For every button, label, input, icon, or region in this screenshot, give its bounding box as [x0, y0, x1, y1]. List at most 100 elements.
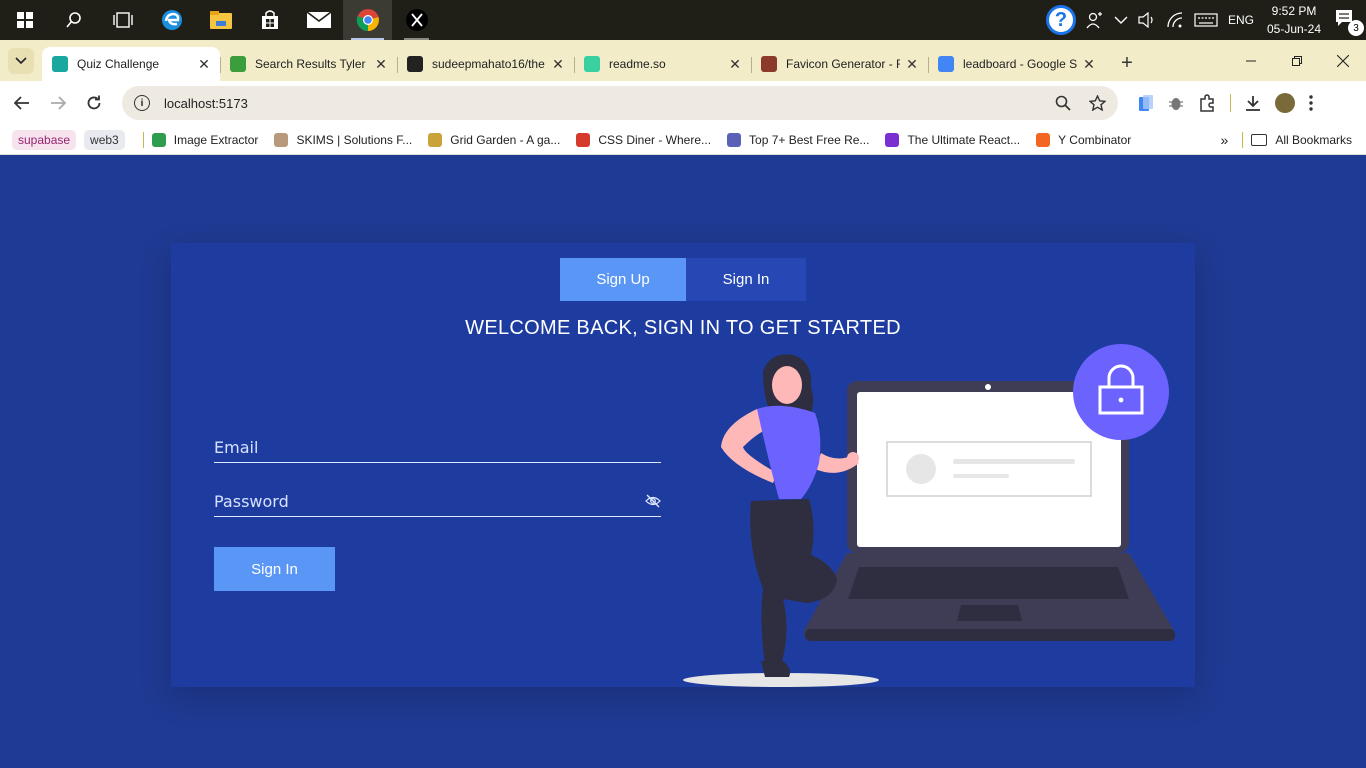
forward-button[interactable] [44, 89, 72, 117]
clock-time: 9:52 PM [1271, 4, 1317, 18]
notification-center-icon[interactable]: 3 [1334, 8, 1364, 36]
minimize-button[interactable] [1228, 40, 1274, 81]
back-button[interactable] [8, 89, 36, 117]
more-bookmarks-button[interactable]: » [1221, 132, 1229, 148]
bookmark-label: The Ultimate React... [907, 132, 1021, 147]
folder-icon [1251, 133, 1268, 146]
bookmark-item[interactable]: Image Extractor [151, 132, 258, 147]
edge-icon[interactable] [147, 0, 196, 40]
browser-tab[interactable]: leadboard - Google S ✕ [928, 47, 1105, 81]
tab-title: Quiz Challenge [77, 57, 160, 71]
bookmark-label: Y Combinator [1058, 132, 1132, 147]
x-icon[interactable] [392, 0, 441, 40]
task-view-icon[interactable] [98, 0, 147, 40]
tab-favicon-icon [938, 56, 954, 72]
reload-button[interactable] [80, 89, 108, 117]
download-icon[interactable] [1245, 95, 1261, 111]
welcome-heading: WELCOME BACK, SIGN IN TO GET STARTED [465, 317, 901, 339]
bookmark-item[interactable]: Y Combinator [1036, 132, 1132, 147]
browser-tab[interactable]: sudeepmahato16/the ✕ [397, 47, 574, 81]
menu-dots-icon[interactable] [1309, 95, 1313, 111]
tab-search-icon[interactable] [8, 48, 34, 74]
bookmark-label: Grid Garden - A ga... [450, 132, 561, 147]
bookmark-star-icon[interactable] [1089, 95, 1106, 111]
language-indicator[interactable]: ENG [1228, 13, 1254, 27]
bookmark-item[interactable]: Grid Garden - A ga... [428, 132, 561, 147]
bookmarks-separator [142, 131, 144, 148]
bookmark-favicon-icon [885, 132, 900, 147]
password-input[interactable] [214, 487, 661, 515]
email-field [214, 433, 661, 463]
bookmark-item[interactable]: The Ultimate React... [885, 132, 1021, 147]
zoom-icon[interactable] [1055, 95, 1071, 111]
bookmark-folder-web3[interactable]: web3 [84, 129, 125, 150]
tab-favicon-icon [761, 56, 777, 72]
clock[interactable]: 9:52 PM 05-Jun-24 [1264, 2, 1324, 38]
help-icon[interactable]: ? [1045, 5, 1076, 35]
search-icon[interactable] [49, 0, 98, 40]
tab-favicon-icon [584, 56, 600, 72]
all-bookmarks-button[interactable]: All Bookmarks [1251, 133, 1352, 147]
tab-close-icon[interactable]: ✕ [196, 56, 212, 73]
tab-favicon-icon [52, 56, 68, 72]
bookmark-label: CSS Diner - Where... [598, 132, 712, 147]
laptop-base-edge [805, 629, 1175, 641]
profile-avatar[interactable] [1275, 93, 1295, 113]
tab-close-icon[interactable]: ✕ [1081, 56, 1097, 73]
mail-icon[interactable] [294, 0, 343, 40]
tab-favicon-icon [230, 56, 246, 72]
tab-close-icon[interactable]: ✕ [727, 56, 743, 73]
tab-favicon-icon [407, 56, 423, 72]
file-explorer-icon[interactable] [196, 0, 245, 40]
extension-bug-icon[interactable] [1168, 95, 1184, 111]
close-window-button[interactable] [1320, 40, 1366, 81]
lock-keyhole [1118, 397, 1124, 403]
bookmark-favicon-icon [1036, 132, 1051, 147]
speaker-icon[interactable] [1138, 12, 1156, 28]
sign-up-tab[interactable]: Sign Up [560, 258, 686, 301]
restore-button[interactable] [1274, 40, 1320, 81]
keyboard-icon[interactable] [1194, 13, 1218, 27]
sign-in-tab[interactable]: Sign In [686, 258, 806, 301]
tab-close-icon[interactable]: ✕ [373, 56, 389, 73]
people-icon[interactable] [1086, 11, 1104, 29]
person-face [772, 366, 802, 404]
person-shirt [757, 405, 821, 499]
new-tab-button[interactable]: + [1113, 49, 1141, 77]
bookmark-item[interactable]: CSS Diner - Where... [576, 132, 712, 147]
site-info-icon[interactable]: i [134, 95, 150, 111]
toggle-password-visibility-icon[interactable] [645, 493, 661, 509]
browser-tab[interactable]: Favicon Generator - F ✕ [751, 47, 928, 81]
auth-tab-switch: Sign Up Sign In [560, 258, 806, 301]
bookmark-favicon-icon [151, 132, 166, 147]
bookmark-item[interactable]: SKIMS | Solutions F... [274, 132, 412, 147]
email-input[interactable] [214, 433, 661, 461]
bookmark-item[interactable]: Top 7+ Best Free Re... [727, 132, 869, 147]
chrome-icon[interactable] [343, 0, 392, 40]
sign-in-button[interactable]: Sign In [214, 547, 335, 591]
bookmark-folder-supabase[interactable]: supabase [12, 129, 77, 150]
security-illustration [683, 344, 1175, 687]
windows-start-icon[interactable] [0, 0, 49, 40]
url-text[interactable]: localhost:5173 [164, 96, 248, 111]
windows-taskbar: ? ENG 9:52 PM 05-Jun-24 3 [0, 0, 1366, 40]
notification-count-badge: 3 [1348, 20, 1364, 36]
wifi-icon[interactable] [1166, 12, 1184, 28]
chevron-up-icon[interactable] [1114, 15, 1128, 25]
tab-close-icon[interactable]: ✕ [904, 56, 920, 73]
toolbar-separator [1230, 94, 1231, 112]
store-icon[interactable] [245, 0, 294, 40]
browser-tab[interactable]: Search Results Tyler P ✕ [220, 47, 397, 81]
tab-title: sudeepmahato16/the [432, 57, 545, 71]
bookmark-favicon-icon [274, 132, 289, 147]
browser-tab[interactable]: Quiz Challenge ✕ [42, 47, 220, 81]
bookmark-favicon-icon [576, 132, 591, 147]
tab-title: Search Results Tyler P [255, 57, 369, 71]
address-bar[interactable]: i localhost:5173 [122, 86, 1118, 120]
extensions-puzzle-icon[interactable] [1198, 94, 1216, 112]
extension-docs-icon[interactable] [1138, 94, 1154, 112]
tab-close-icon[interactable]: ✕ [550, 56, 566, 73]
text-line-graphic [953, 459, 1075, 464]
laptop-keyboard [848, 567, 1129, 599]
browser-tab[interactable]: readme.so ✕ [574, 47, 751, 81]
